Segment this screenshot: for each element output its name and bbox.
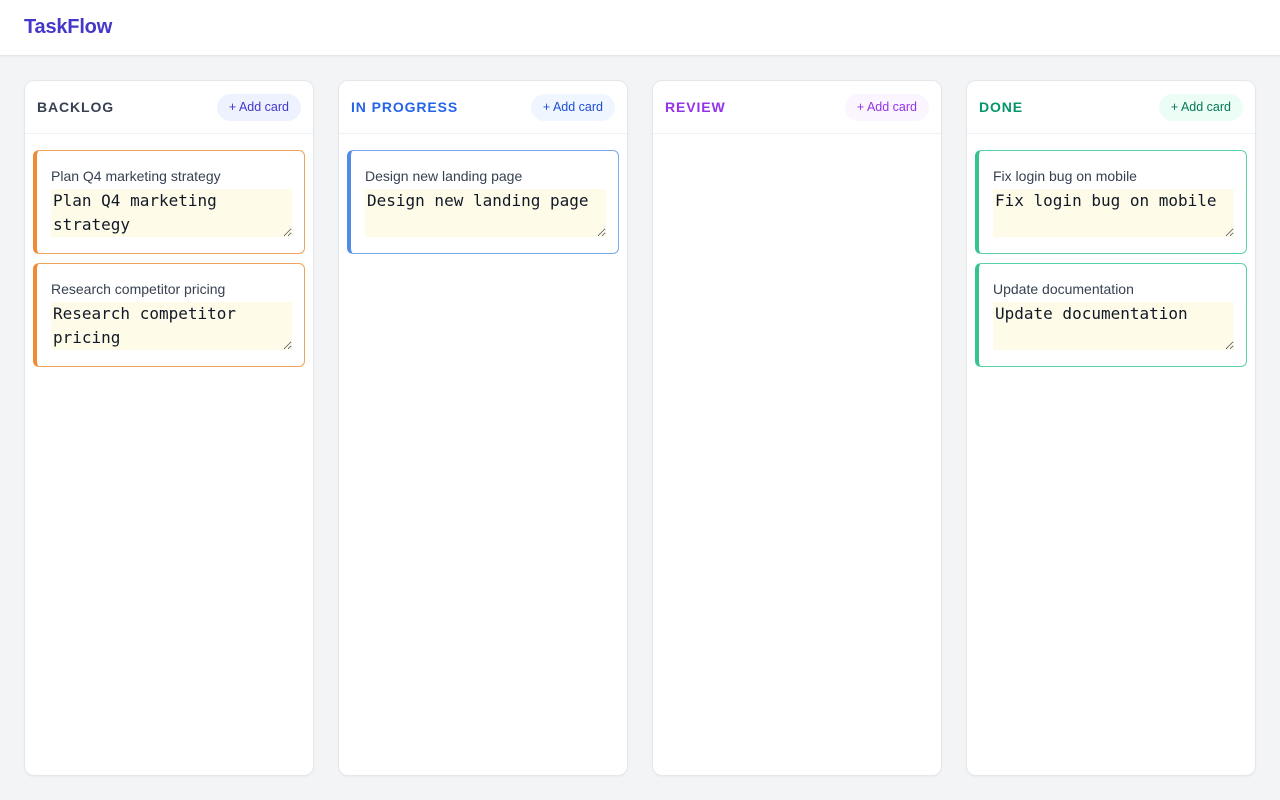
task-card[interactable]: Update documentation Update documentation: [975, 263, 1247, 367]
kanban-board: BACKLOG + Add card Plan Q4 marketing strat…: [24, 80, 1256, 776]
column-header: DONE + Add card: [967, 81, 1255, 134]
card-title: Design new landing page: [365, 168, 523, 184]
column-review: REVIEW + Add card: [652, 80, 942, 776]
column-in-progress: IN PROGRESS + Add card Design new landing …: [338, 80, 628, 776]
column-done: DONE + Add card Fix login bug on mobile Fix…: [966, 80, 1256, 776]
task-card[interactable]: Plan Q4 marketing strategy Plan Q4 market…: [33, 150, 305, 254]
add-card-button[interactable]: + Add card: [844, 93, 929, 121]
column-title: IN PROGRESS: [351, 99, 459, 115]
card-list: Design new landing page Design new landin…: [339, 134, 627, 262]
column-title: REVIEW: [665, 99, 726, 115]
column-header: BACKLOG + Add card: [25, 81, 313, 134]
column-header: REVIEW + Add card: [653, 81, 941, 134]
task-card[interactable]: Fix login bug on mobile Fix login bug on …: [975, 150, 1247, 254]
add-card-button[interactable]: + Add card: [530, 93, 615, 121]
card-list: Fix login bug on mobile Fix login bug on …: [967, 134, 1255, 375]
card-list: Plan Q4 marketing strategy Plan Q4 market…: [25, 134, 313, 375]
task-card[interactable]: Design new landing page Design new landin…: [347, 150, 619, 254]
card-text-input[interactable]: Design new landing page: [365, 189, 606, 237]
card-text-input[interactable]: Plan Q4 marketing strategy: [51, 189, 292, 237]
add-card-button[interactable]: + Add card: [216, 93, 301, 121]
app-brand: TaskFlow: [24, 16, 113, 38]
card-title: Fix login bug on mobile: [993, 168, 1137, 184]
card-title: Plan Q4 marketing strategy: [51, 168, 221, 184]
card-list: [653, 134, 941, 158]
task-card[interactable]: Research competitor pricing Research comp…: [33, 263, 305, 367]
column-title: DONE: [979, 99, 1024, 115]
column-title: BACKLOG: [37, 99, 115, 115]
card-text-input[interactable]: Update documentation: [993, 302, 1234, 350]
top-bar: TaskFlow: [0, 0, 1280, 56]
card-text-input[interactable]: Fix login bug on mobile: [993, 189, 1234, 237]
column-header: IN PROGRESS + Add card: [339, 81, 627, 134]
column-backlog: BACKLOG + Add card Plan Q4 marketing strat…: [24, 80, 314, 776]
card-text-input[interactable]: Research competitor pricing: [51, 302, 292, 350]
card-title: Research competitor pricing: [51, 281, 226, 297]
add-card-button[interactable]: + Add card: [1158, 93, 1243, 121]
card-title: Update documentation: [993, 281, 1134, 297]
